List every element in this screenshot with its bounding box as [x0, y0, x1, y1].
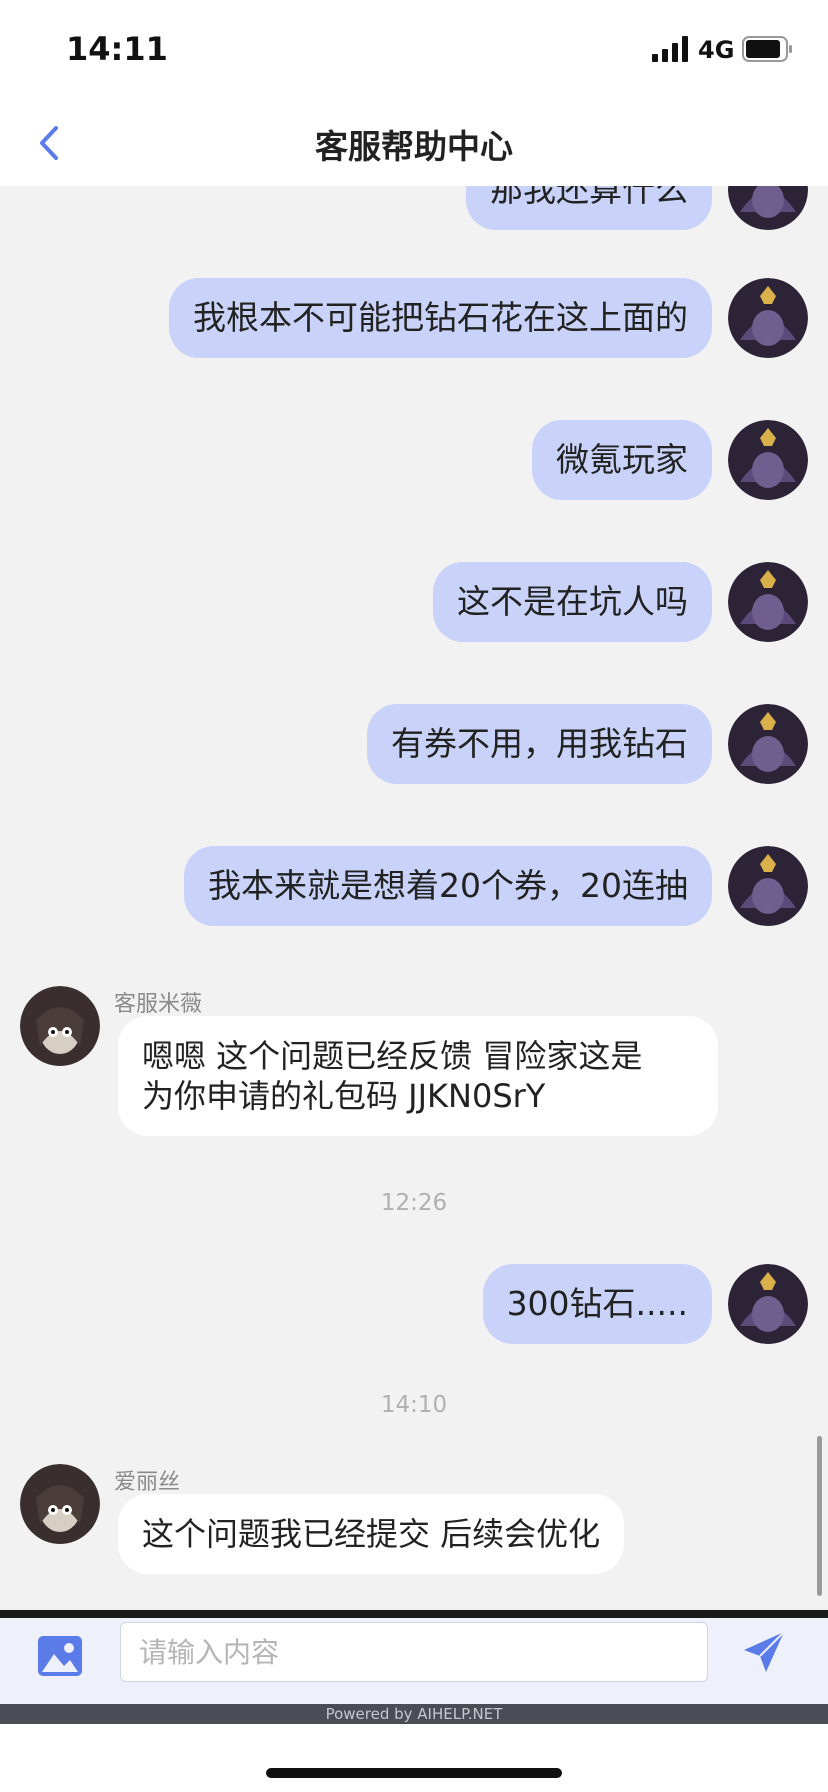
input-bar: [0, 1618, 828, 1704]
scrollbar[interactable]: [817, 1436, 822, 1596]
user-message-bubble: 有券不用，用我钻石: [367, 704, 712, 784]
user-avatar: [728, 186, 808, 230]
user-message-bubble: 我根本不可能把钻石花在这上面的: [169, 278, 712, 358]
message-line: 嗯嗯 这个问题已经反馈 冒险家这是: [142, 1037, 643, 1075]
agent-message-bubble: 嗯嗯 这个问题已经反馈 冒险家这是 为你申请的礼包码 JJKN0SrY: [118, 1016, 718, 1136]
user-avatar: [728, 1264, 808, 1344]
user-message: 300钻石.....: [482, 1264, 808, 1344]
send-icon[interactable]: [742, 1630, 786, 1674]
user-message-bubble: 那我还算什么: [466, 186, 712, 230]
user-message-bubble: 300钻石.....: [482, 1264, 712, 1344]
user-message-bubble: 我本来就是想着20个券，20连抽: [184, 846, 712, 926]
user-message: 微氪玩家: [532, 420, 808, 500]
home-area: [0, 1724, 828, 1792]
agent-avatar: [20, 1464, 100, 1544]
user-message-bubble: 微氪玩家: [532, 420, 712, 500]
agent-message: 客服米薇 嗯嗯 这个问题已经反馈 冒险家这是 为你申请的礼包码 JJKN0SrY: [20, 986, 720, 1146]
user-message: 有券不用，用我钻石: [367, 704, 808, 784]
timestamp: 12:26: [380, 1190, 448, 1216]
agent-message: 爱丽丝 这个问题我已经提交 后续会优化: [20, 1464, 720, 1584]
page-title: 客服帮助中心: [315, 127, 513, 166]
status-bar: 14:11 4G: [0, 0, 828, 100]
agent-name: 爱丽丝: [114, 1470, 181, 1495]
chat-screen: 14:11 4G 客服帮助中心 那我还算什么 我根本不可能把钻石花在这上面的 微…: [0, 0, 828, 1792]
powered-by-text: Powered by AIHELP.NET: [0, 1704, 828, 1724]
signal-icon: [652, 36, 688, 62]
nav-header: 客服帮助中心: [0, 100, 828, 186]
user-message: 我本来就是想着20个券，20连抽: [184, 846, 808, 926]
user-avatar: [728, 846, 808, 926]
divider: [0, 1610, 828, 1618]
user-avatar: [728, 704, 808, 784]
home-indicator[interactable]: [266, 1768, 562, 1778]
user-message: 这不是在坑人吗: [433, 562, 808, 642]
agent-message-bubble: 这个问题我已经提交 后续会优化: [118, 1494, 625, 1574]
agent-avatar: [20, 986, 100, 1066]
chat-message-list[interactable]: 那我还算什么 我根本不可能把钻石花在这上面的 微氪玩家 这不是在坑人吗 有券不用: [0, 186, 828, 1610]
user-avatar: [728, 420, 808, 500]
agent-name: 客服米薇: [114, 992, 203, 1017]
user-message: 那我还算什么: [466, 186, 808, 230]
network-type: 4G: [698, 36, 735, 64]
image-picker-icon[interactable]: [36, 1632, 84, 1680]
user-avatar: [728, 278, 808, 358]
status-time: 14:11: [66, 30, 168, 68]
message-line: 为你申请的礼包码 JJKN0SrY: [142, 1077, 546, 1115]
user-avatar: [728, 562, 808, 642]
message-input[interactable]: [120, 1622, 708, 1682]
battery-icon: [742, 36, 792, 62]
user-message-bubble: 这不是在坑人吗: [433, 562, 712, 642]
timestamp: 14:10: [380, 1392, 448, 1418]
user-message: 我根本不可能把钻石花在这上面的: [169, 278, 808, 358]
